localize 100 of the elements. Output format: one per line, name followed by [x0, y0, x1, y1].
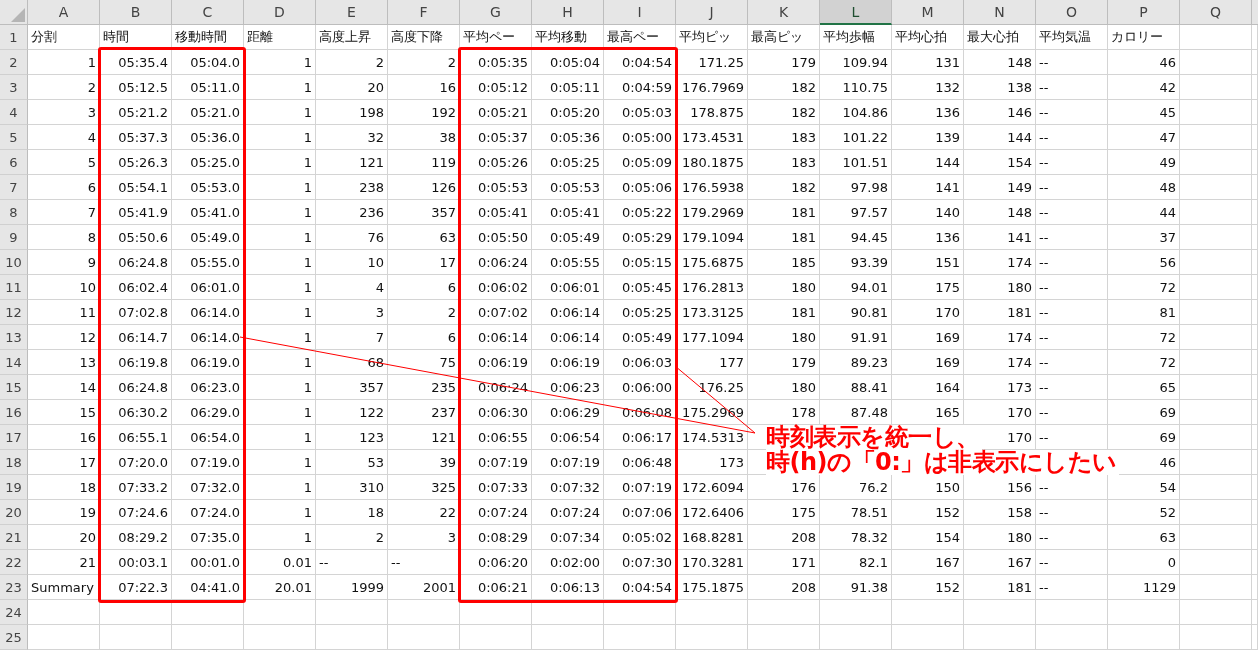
empty-cell: [1180, 500, 1252, 525]
table-cell: 81: [1108, 300, 1180, 325]
table-cell: --: [1036, 550, 1108, 575]
table-cell: 20: [316, 75, 388, 100]
row-header[interactable]: 16: [0, 400, 28, 425]
table-cell: 97.57: [820, 200, 892, 225]
empty-cell: [1108, 600, 1180, 625]
row-header[interactable]: 18: [0, 450, 28, 475]
row-header[interactable]: 3: [0, 75, 28, 100]
table-cell: 82.1: [820, 550, 892, 575]
header-cell: 最大心拍: [964, 25, 1036, 50]
row-header[interactable]: 4: [0, 100, 28, 125]
table-cell: 0:06:24: [460, 250, 532, 275]
table-cell: 141: [892, 175, 964, 200]
column-header[interactable]: O: [1036, 0, 1108, 25]
row-header[interactable]: 17: [0, 425, 28, 450]
table-cell: 181: [748, 225, 820, 250]
row-header[interactable]: 22: [0, 550, 28, 575]
header-cell: 平均ピッ: [676, 25, 748, 50]
table-cell: 237: [388, 400, 460, 425]
column-header[interactable]: N: [964, 0, 1036, 25]
table-cell: 148: [964, 200, 1036, 225]
row-header[interactable]: 2: [0, 50, 28, 75]
column-header[interactable]: K: [748, 0, 820, 25]
header-cell: カロリー: [1108, 25, 1180, 50]
table-cell: 12: [28, 325, 100, 350]
table-cell: 238: [316, 175, 388, 200]
row-header[interactable]: 7: [0, 175, 28, 200]
table-cell: 20: [28, 525, 100, 550]
column-header[interactable]: E: [316, 0, 388, 25]
table-cell: 2: [388, 50, 460, 75]
row-header[interactable]: 10: [0, 250, 28, 275]
column-header[interactable]: C: [172, 0, 244, 25]
table-cell: 1: [244, 500, 316, 525]
table-cell: 0:04:54: [604, 575, 676, 600]
table-cell: 131: [892, 50, 964, 75]
table-cell: --: [1036, 375, 1108, 400]
empty-cell: [748, 600, 820, 625]
empty-cell: [892, 600, 964, 625]
table-cell: 1: [244, 175, 316, 200]
column-header[interactable]: G: [460, 0, 532, 25]
empty-cell: [532, 600, 604, 625]
empty-cell: [1108, 625, 1180, 650]
row-header[interactable]: 12: [0, 300, 28, 325]
row-header[interactable]: 19: [0, 475, 28, 500]
row-header[interactable]: 6: [0, 150, 28, 175]
row-header[interactable]: 20: [0, 500, 28, 525]
empty-cell: [1180, 150, 1252, 175]
header-cell: 時間: [100, 25, 172, 50]
row-header[interactable]: 15: [0, 375, 28, 400]
column-header[interactable]: I: [604, 0, 676, 25]
row-header[interactable]: 23: [0, 575, 28, 600]
table-cell: 180.1875: [676, 150, 748, 175]
row-header[interactable]: 8: [0, 200, 28, 225]
row-header[interactable]: 5: [0, 125, 28, 150]
table-cell: 208: [748, 575, 820, 600]
table-cell: 172.6406: [676, 500, 748, 525]
row-header[interactable]: 9: [0, 225, 28, 250]
row-header[interactable]: 14: [0, 350, 28, 375]
table-cell: 63: [388, 225, 460, 250]
row-header[interactable]: 11: [0, 275, 28, 300]
column-header[interactable]: J: [676, 0, 748, 25]
row-header[interactable]: 1: [0, 25, 28, 50]
table-cell: 06:55.1: [100, 425, 172, 450]
table-cell: 1999: [316, 575, 388, 600]
row-header[interactable]: 24: [0, 600, 28, 625]
table-cell: --: [1036, 225, 1108, 250]
table-cell: 0:04:59: [604, 75, 676, 100]
table-cell: 89.23: [820, 350, 892, 375]
column-header[interactable]: B: [100, 0, 172, 25]
table-cell: --: [316, 550, 388, 575]
row-header[interactable]: 13: [0, 325, 28, 350]
table-cell: 1: [28, 50, 100, 75]
column-header[interactable]: M: [892, 0, 964, 25]
row-header[interactable]: 25: [0, 625, 28, 650]
table-cell: 179: [748, 50, 820, 75]
column-header[interactable]: P: [1108, 0, 1180, 25]
column-header[interactable]: F: [388, 0, 460, 25]
header-cell: 高度下降: [388, 25, 460, 50]
table-cell: 175: [748, 500, 820, 525]
table-cell: 110.75: [820, 75, 892, 100]
table-cell: 11: [28, 300, 100, 325]
annotation-text: 時刻表示を統一し、: [766, 425, 982, 450]
table-cell: 44: [1108, 200, 1180, 225]
empty-cell: [604, 625, 676, 650]
empty-cell: [316, 600, 388, 625]
column-header[interactable]: L: [820, 0, 892, 25]
select-all-icon[interactable]: [0, 0, 28, 25]
table-cell: 76: [316, 225, 388, 250]
table-cell: 05:21.2: [100, 100, 172, 125]
header-cell: 最高ペー: [604, 25, 676, 50]
column-header[interactable]: D: [244, 0, 316, 25]
table-cell: 45: [1108, 100, 1180, 125]
column-header[interactable]: A: [28, 0, 100, 25]
table-cell: 0:06:21: [460, 575, 532, 600]
empty-cell: [748, 625, 820, 650]
column-header[interactable]: H: [532, 0, 604, 25]
column-header[interactable]: Q: [1180, 0, 1252, 25]
table-cell: 0:05:50: [460, 225, 532, 250]
row-header[interactable]: 21: [0, 525, 28, 550]
